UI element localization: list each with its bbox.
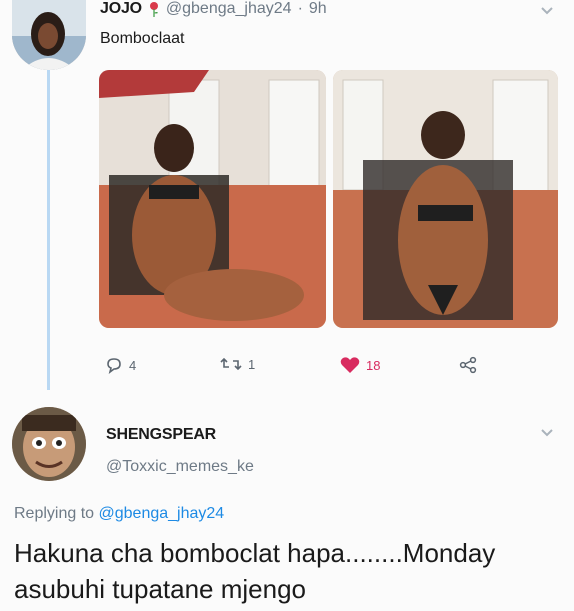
user-handle[interactable]: @gbenga_jhay24	[166, 0, 292, 18]
reply-count: 4	[129, 357, 137, 373]
like-button[interactable]: 18	[340, 356, 380, 374]
display-name[interactable]: JOJO	[100, 0, 142, 18]
reply-display-name[interactable]: SHENGSPEAR	[106, 426, 216, 444]
reply-avatar[interactable]	[12, 407, 86, 481]
tweet-action-bar: 4 1 18	[0, 356, 574, 380]
thread-connector-line	[47, 70, 50, 390]
retweet-icon	[220, 356, 242, 372]
timestamp[interactable]: 9h	[309, 0, 327, 18]
tweet-text: Bomboclaat	[100, 30, 185, 47]
replying-to-label: Replying to	[14, 505, 95, 522]
tweet-photo-2[interactable]	[333, 70, 558, 328]
rose-icon	[148, 1, 160, 17]
reply-chevron-down-icon[interactable]	[540, 426, 554, 441]
retweet-button[interactable]: 1	[220, 356, 255, 372]
avatar[interactable]	[12, 0, 86, 70]
reply-text: Hakuna cha bomboclat hapa........Monday …	[14, 538, 496, 604]
tweet-header: JOJO @gbenga_jhay24 · 9h	[100, 0, 327, 18]
share-button[interactable]	[459, 356, 477, 374]
share-icon	[459, 356, 477, 374]
chevron-down-icon[interactable]	[540, 4, 554, 19]
reply-button[interactable]: 4	[105, 356, 136, 374]
heart-icon	[340, 356, 360, 374]
retweet-count: 1	[248, 356, 256, 372]
reply-user-handle[interactable]: @Toxxic_memes_ke	[106, 458, 254, 476]
like-count: 18	[366, 357, 381, 373]
replying-to-handle[interactable]: @gbenga_jhay24	[99, 505, 225, 522]
replying-to: Replying to @gbenga_jhay24	[14, 505, 224, 523]
tweet-photo-1[interactable]	[99, 70, 326, 328]
comment-icon	[105, 356, 123, 374]
separator-dot: ·	[297, 0, 303, 17]
